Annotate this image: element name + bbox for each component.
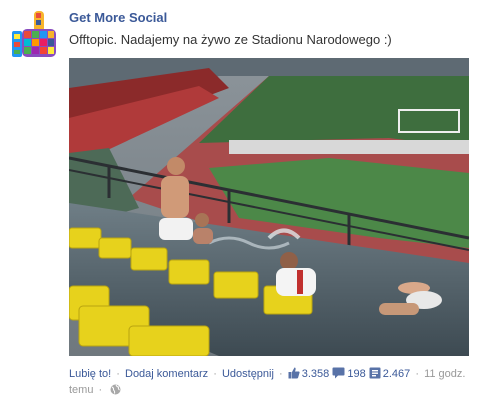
thumbs-up-small-icon [288,367,300,379]
stadium-photo-image [69,58,469,356]
post-photo[interactable] [69,58,469,356]
shares-count-link[interactable]: 2.467 [369,366,411,382]
likes-count[interactable]: 3.358 [302,368,330,380]
page-name-link[interactable]: Get More Social [69,10,167,25]
like-link[interactable]: Lubię to! [69,368,111,380]
post-text: Offtopic. Nadajemy na żywo ze Stadionu N… [69,32,392,47]
post-footer: Lubię to! · Dodaj komentarz · Udostępnij… [69,366,479,398]
likes-count-link[interactable]: 3.358 [288,366,330,382]
share-icon [369,367,381,379]
comments-count[interactable]: 198 [347,368,365,380]
separator: · [116,368,120,380]
comment-bubble-icon [332,367,345,379]
page-avatar[interactable] [8,9,60,61]
globe-icon[interactable] [110,384,121,395]
thumbs-up-icon [8,9,60,61]
shares-count[interactable]: 2.467 [383,368,411,380]
share-link[interactable]: Udostępnij [222,368,274,380]
comment-link[interactable]: Dodaj komentarz [125,368,208,380]
separator: · [98,384,103,396]
comments-count-link[interactable]: 198 [332,366,366,382]
separator: · [213,368,217,380]
separator: · [279,368,283,380]
separator: · [415,368,420,380]
